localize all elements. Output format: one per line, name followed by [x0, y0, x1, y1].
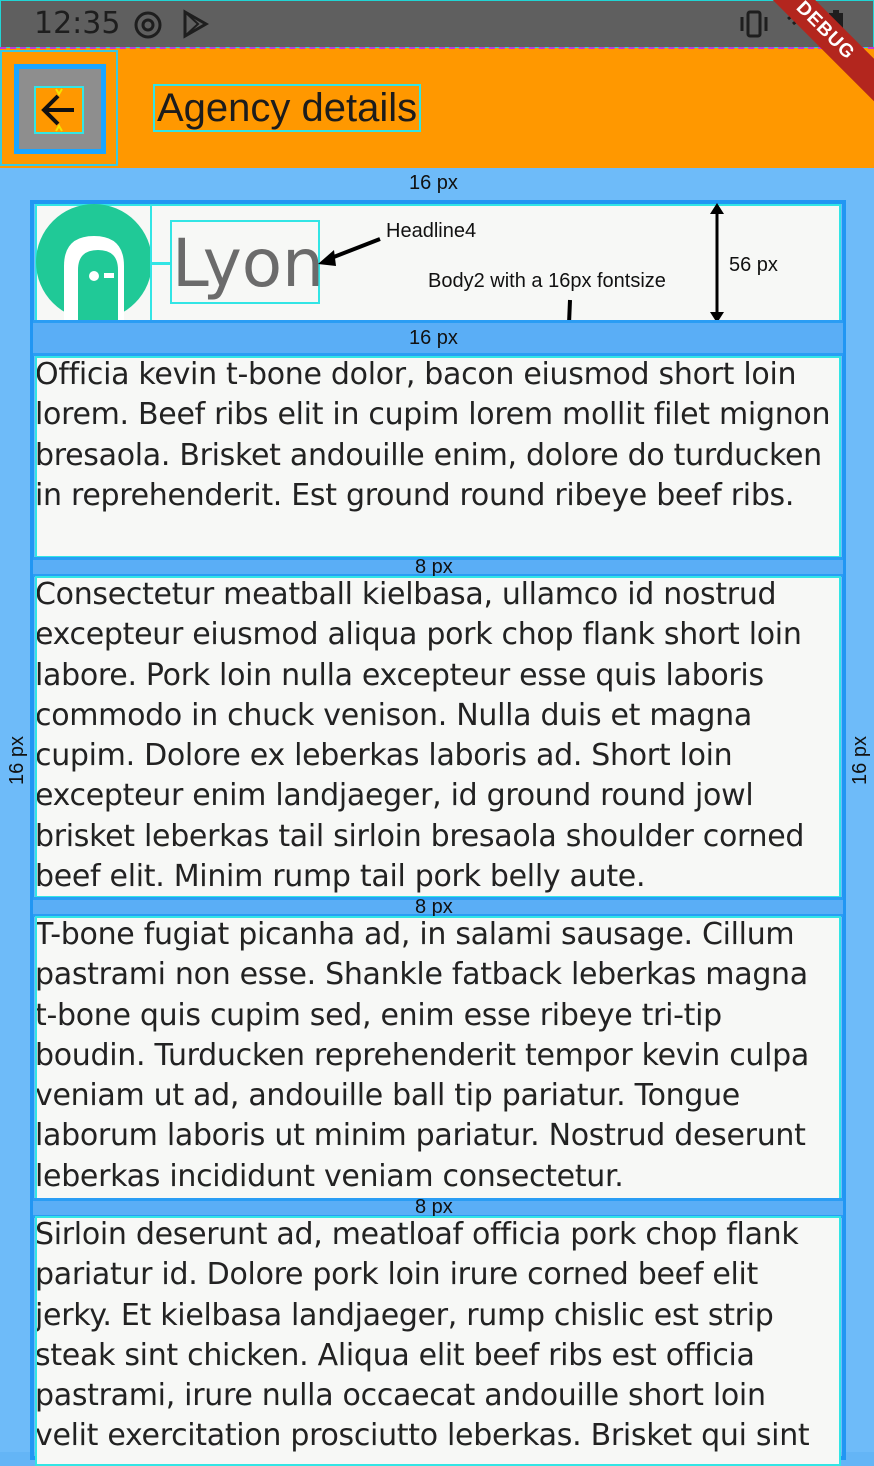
paragraph-block: Officia kevin t-bone dolor, bacon eiusmo… — [35, 356, 841, 558]
paragraph-text: T-bone fugiat picanha ad, in salami saus… — [35, 917, 809, 1194]
status-bar: 12:35 — [0, 0, 874, 48]
paragraph-block: Sirloin deserunt ad, meatloaf officia po… — [35, 1216, 841, 1466]
status-time: 12:35 — [34, 6, 121, 41]
paragraph-text: Sirloin deserunt ad, meatloaf officia po… — [35, 1217, 810, 1454]
agency-logo — [36, 204, 152, 320]
paragraph-block: Consectetur meatball kielbasa, ullamco i… — [35, 576, 841, 898]
page-title: Agency details — [153, 84, 422, 132]
divider — [152, 262, 170, 265]
top-padding-label: 16 px — [409, 172, 458, 194]
paragraph-text: Consectetur meatball kielbasa, ullamco i… — [35, 577, 805, 895]
height-arrow-icon — [710, 203, 724, 323]
headline-annotation: Headline4 — [386, 220, 477, 242]
back-button-inner[interactable] — [34, 86, 84, 134]
paragraph-block: T-bone fugiat picanha ad, in salami saus… — [35, 916, 841, 1200]
at-sign-icon — [134, 11, 162, 39]
vibrate-icon — [740, 10, 768, 38]
header-gap-label: 16 px — [409, 327, 458, 349]
height-annotation: 56 px — [729, 254, 778, 276]
play-store-icon — [183, 9, 210, 39]
left-padding-label: 16 px — [6, 736, 28, 785]
arrow-annotation-icon — [318, 237, 381, 266]
right-padding-label: 16 px — [849, 736, 871, 785]
agency-name: Lyon — [172, 225, 324, 302]
arrow-back-icon[interactable] — [36, 88, 82, 132]
app-bar — [0, 48, 874, 168]
paragraph-text: Officia kevin t-bone dolor, bacon eiusmo… — [35, 357, 831, 513]
divider — [0, 47, 874, 49]
body-annotation: Body2 with a 16px fontsize — [428, 270, 666, 292]
